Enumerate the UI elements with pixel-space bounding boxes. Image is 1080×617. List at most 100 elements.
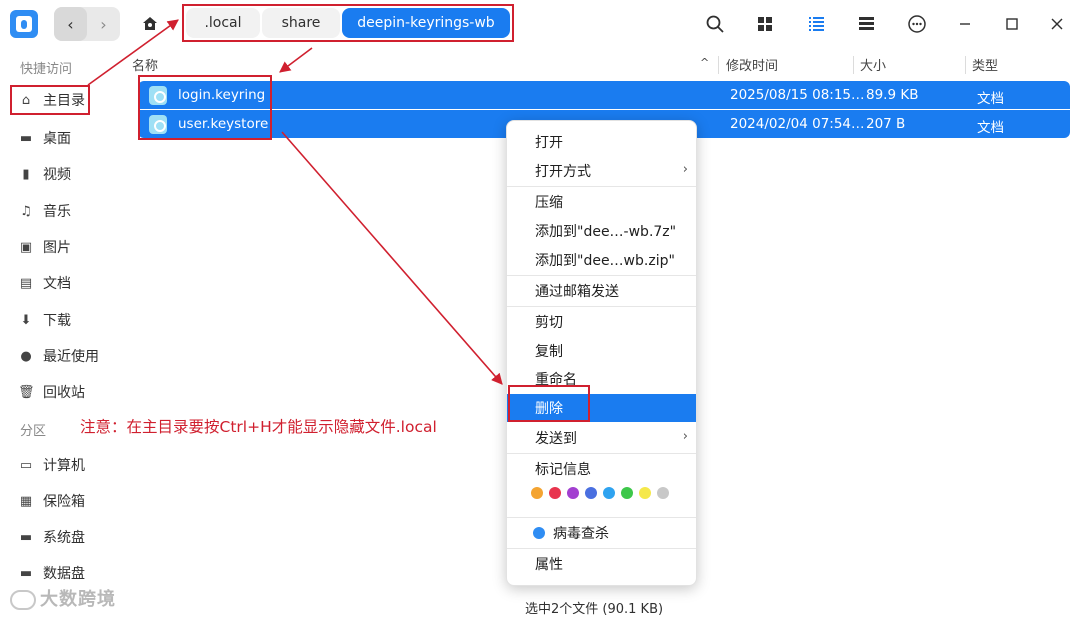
menu-item-open[interactable]: 打开 xyxy=(507,128,696,156)
quick-access-label: 快捷访问 xyxy=(20,62,73,77)
breadcrumb-deepin-keyrings-wb[interactable]: deepin-keyrings-wb xyxy=(342,8,510,38)
menu-item-send-by-email[interactable]: 通过邮箱发送 xyxy=(507,277,696,305)
menu-item-label: 病毒查杀 xyxy=(553,526,609,542)
more-icon xyxy=(908,15,926,33)
menu-separator xyxy=(507,453,696,454)
trash-icon: 🗑 xyxy=(18,384,35,400)
breadcrumb-local[interactable]: .local xyxy=(186,8,260,38)
back-button[interactable]: ‹ xyxy=(54,7,87,41)
menu-item-label: 打开方式 xyxy=(535,164,591,180)
close-icon xyxy=(1051,18,1063,30)
sidebar-item-label: 音乐 xyxy=(43,204,71,220)
tag-color-dot[interactable] xyxy=(603,487,615,499)
status-bar: 选中2个文件 (90.1 KB) xyxy=(525,602,664,617)
sidebar-item-desktop[interactable]: ▬ 桌面 xyxy=(18,123,124,153)
menu-item-label: 发送到 xyxy=(535,431,577,447)
table-row[interactable]: login.keyring 2025/08/15 08:15… 89.9 KB … xyxy=(138,81,1070,109)
tag-color-dot[interactable] xyxy=(585,487,597,499)
vault-icon: ▦ xyxy=(19,493,33,509)
menu-item-virus-scan[interactable]: 病毒查杀 xyxy=(507,519,696,547)
sidebar-item-label: 保险箱 xyxy=(43,494,85,510)
column-divider xyxy=(965,56,966,74)
sidebar-item-home[interactable]: ⌂ 主目录 xyxy=(10,85,90,115)
column-header-size[interactable]: 大小 xyxy=(860,55,886,74)
antivirus-icon xyxy=(533,527,545,539)
tag-color-dot[interactable] xyxy=(549,487,561,499)
sidebar-item-label: 主目录 xyxy=(43,93,85,109)
column-header-type[interactable]: 类型 xyxy=(972,55,998,74)
tag-color-dot[interactable] xyxy=(621,487,633,499)
context-menu: 打开 打开方式 › 压缩 添加到"dee…-wb.7z" 添加到"dee…wb.z… xyxy=(506,120,697,586)
sidebar-item-documents[interactable]: ▤ 文档 xyxy=(18,268,124,298)
minimize-button[interactable] xyxy=(950,10,980,38)
column-header-name[interactable]: 名称 xyxy=(132,55,158,74)
sidebar-item-label: 系统盘 xyxy=(43,530,85,546)
annotation-highlight-files xyxy=(138,75,272,140)
close-button[interactable] xyxy=(1042,10,1072,38)
breadcrumb: .local share deepin-keyrings-wb xyxy=(182,4,514,42)
menu-item-cut[interactable]: 剪切 xyxy=(507,308,696,336)
detail-view-button[interactable] xyxy=(851,10,881,38)
tag-color-dot[interactable] xyxy=(639,487,651,499)
file-size: 207 B xyxy=(866,116,906,132)
detail-view-icon xyxy=(858,17,874,30)
file-type: 文档 xyxy=(977,91,1004,107)
icon-view-button[interactable] xyxy=(750,10,780,38)
sidebar-item-label: 图片 xyxy=(43,240,71,256)
menu-item-properties[interactable]: 属性 xyxy=(507,550,696,578)
home-icon xyxy=(143,17,157,30)
picture-icon: ▣ xyxy=(19,239,33,255)
disk-icon: ▬ xyxy=(19,529,33,545)
list-view-button[interactable] xyxy=(801,10,831,38)
sidebar-item-system-disk[interactable]: ▬ 系统盘 xyxy=(18,522,124,552)
tag-color-dot[interactable] xyxy=(531,487,543,499)
menu-item-tag-info[interactable]: 标记信息 xyxy=(507,455,696,483)
menu-item-add-to-7z[interactable]: 添加到"dee…-wb.7z" xyxy=(507,217,696,245)
file-modified: 2024/02/04 07:54… xyxy=(730,116,865,132)
sidebar-item-downloads[interactable]: ⬇ 下载 xyxy=(18,305,124,335)
sidebar-item-label: 最近使用 xyxy=(43,349,99,365)
file-modified: 2025/08/15 08:15… xyxy=(730,87,865,103)
watermark: 大数跨境 xyxy=(10,585,116,611)
video-icon: ▮ xyxy=(22,166,30,182)
home-breadcrumb-button[interactable] xyxy=(132,7,168,41)
document-icon: ▤ xyxy=(19,275,33,291)
tag-color-dot[interactable] xyxy=(657,487,669,499)
menu-item-compress[interactable]: 压缩 xyxy=(507,188,696,216)
sidebar-item-recent[interactable]: ● 最近使用 xyxy=(18,341,124,371)
sidebar-item-trash[interactable]: 🗑 回收站 xyxy=(18,377,124,407)
main-menu-button[interactable] xyxy=(902,10,932,38)
annotation-note: 注意：在主目录要按Ctrl+H才能显示隐藏文件.local xyxy=(80,418,437,436)
menu-item-send-to[interactable]: 发送到 › xyxy=(507,424,696,452)
computer-icon: ▭ xyxy=(19,457,33,473)
download-icon: ⬇ xyxy=(20,312,32,328)
sidebar-item-computer[interactable]: ▭ 计算机 xyxy=(18,450,124,480)
minimize-icon xyxy=(960,23,970,25)
watermark-text: 大数跨境 xyxy=(40,589,116,610)
chevron-right-icon: › xyxy=(682,162,688,177)
file-manager-app-icon xyxy=(10,10,38,38)
sidebar-item-pictures[interactable]: ▣ 图片 xyxy=(18,232,124,262)
sidebar-item-videos[interactable]: ▮ 视频 xyxy=(18,159,124,189)
column-divider xyxy=(718,56,719,74)
tag-color-dot[interactable] xyxy=(567,487,579,499)
menu-item-add-to-zip[interactable]: 添加到"dee…wb.zip" xyxy=(507,246,696,274)
sidebar-item-data-disk[interactable]: ▬ 数据盘 xyxy=(18,558,124,588)
sidebar-item-music[interactable]: ♫ 音乐 xyxy=(18,196,124,226)
column-header-modified[interactable]: 修改时间 xyxy=(726,55,778,74)
maximize-button[interactable] xyxy=(997,10,1027,38)
file-size: 89.9 KB xyxy=(866,87,919,103)
sidebar-item-vault[interactable]: ▦ 保险箱 xyxy=(18,486,124,516)
search-button[interactable] xyxy=(700,10,730,38)
tag-color-picker xyxy=(531,487,669,499)
menu-separator xyxy=(507,186,696,187)
clock-icon: ● xyxy=(20,348,32,364)
breadcrumb-share[interactable]: share xyxy=(262,8,340,38)
music-icon: ♫ xyxy=(20,203,32,219)
sidebar-item-label: 桌面 xyxy=(43,131,71,147)
menu-separator xyxy=(507,275,696,276)
title-bar: ‹ › .local share deepin-keyrings-wb xyxy=(0,0,1080,50)
menu-item-copy[interactable]: 复制 xyxy=(507,337,696,365)
forward-button[interactable]: › xyxy=(87,7,120,41)
menu-item-open-with[interactable]: 打开方式 › xyxy=(507,157,696,185)
